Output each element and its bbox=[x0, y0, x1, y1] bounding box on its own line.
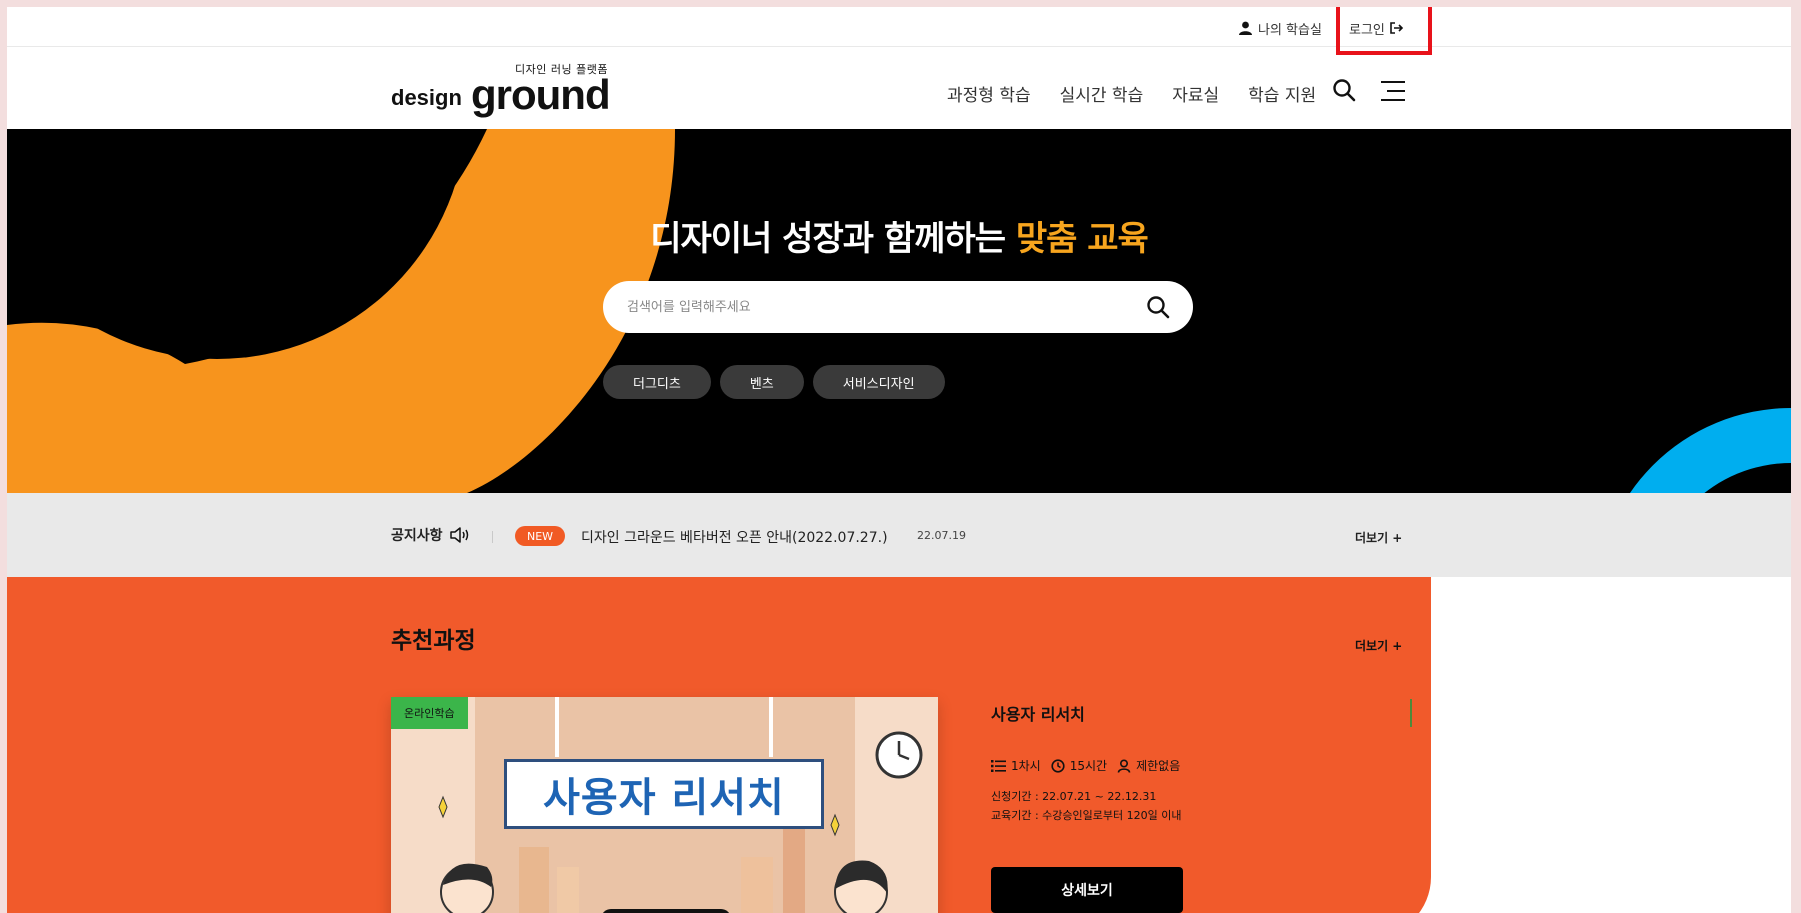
keyword-chip[interactable]: 서비스디자인 bbox=[812, 365, 945, 399]
notice-date: 22.07.19 bbox=[917, 529, 966, 542]
nav-item-live-learning[interactable]: 실시간 학습 bbox=[1060, 81, 1144, 106]
recommended-title: 추천과정 bbox=[391, 628, 476, 654]
hero-search-icon[interactable] bbox=[1145, 294, 1171, 320]
nav-item-support[interactable]: 학습 지원 bbox=[1248, 81, 1316, 106]
clock-icon bbox=[1051, 758, 1065, 773]
hero-banner: 디자이너 성장과 함께하는 맞춤 교육 더그디츠 벤츠 서비스디자인 bbox=[7, 129, 1791, 493]
course-hours: 15시간 bbox=[1051, 757, 1107, 774]
logo-word-ground: ground bbox=[471, 71, 611, 118]
keyword-chip[interactable]: 벤츠 bbox=[719, 365, 804, 399]
hamburger-menu-icon[interactable] bbox=[1379, 79, 1407, 103]
notice-title-link[interactable]: 디자인 그라운드 베타버전 오픈 안내(2022.07.27.) bbox=[581, 527, 888, 547]
user-icon bbox=[1239, 21, 1252, 35]
logo[interactable]: 디자인 러닝 플랫폼 design ground bbox=[391, 61, 611, 121]
keyword-chips: 더그디츠 벤츠 서비스디자인 bbox=[603, 365, 945, 399]
nav-item-course-learning[interactable]: 과정형 학습 bbox=[947, 81, 1031, 106]
site-header: 디자인 러닝 플랫폼 design ground 과정형 학습 실시간 학습 자… bbox=[7, 47, 1791, 135]
recommended-more-link[interactable]: 더보기 + bbox=[1355, 637, 1402, 654]
recommended-section: 추천과정 더보기 + 온라인학습 사용자 리서치 사용자 리서치 1차시 15시… bbox=[7, 577, 1431, 913]
course-thumbnail[interactable]: 온라인학습 사용자 리서치 bbox=[391, 697, 938, 913]
new-badge: NEW bbox=[515, 526, 566, 546]
my-classroom-link[interactable]: 나의 학습실 bbox=[1239, 18, 1322, 38]
nav-item-library[interactable]: 자료실 bbox=[1172, 81, 1219, 106]
course-limit-value: 제한없음 bbox=[1136, 759, 1181, 773]
notice-label: 공지사항 bbox=[391, 528, 443, 544]
hero-title: 디자이너 성장과 함께하는 맞춤 교육 bbox=[7, 211, 1791, 260]
course-hours-value: 15시간 bbox=[1069, 759, 1108, 773]
search-icon[interactable] bbox=[1331, 77, 1357, 103]
course-sessions-value: 1차시 bbox=[1011, 759, 1041, 773]
speaker-icon bbox=[449, 527, 468, 543]
logo-word-design: design bbox=[391, 85, 462, 110]
keyword-chip[interactable]: 더그디츠 bbox=[603, 365, 711, 399]
course-accent-line bbox=[1410, 699, 1412, 727]
course-apply-period: 신청기간 : 22.07.21 ~ 22.12.31 bbox=[991, 790, 1157, 803]
course-sessions: 1차시 bbox=[991, 757, 1041, 774]
main-nav: 과정형 학습 실시간 학습 자료실 학습 지원 bbox=[947, 81, 1316, 106]
notice-label-group: 공지사항 bbox=[391, 525, 471, 545]
my-classroom-label: 나의 학습실 bbox=[1258, 22, 1322, 38]
person-icon bbox=[1117, 758, 1131, 773]
utility-bar: 나의 학습실 로그인 bbox=[7, 7, 1791, 55]
online-learning-badge: 온라인학습 bbox=[391, 697, 468, 729]
hero-search-box bbox=[603, 281, 1193, 333]
course-limit: 제한없음 bbox=[1117, 757, 1180, 774]
hero-title-accent: 맞춤 교육 bbox=[1015, 219, 1149, 259]
hero-title-main: 디자이너 성장과 함께하는 bbox=[650, 219, 1016, 259]
course-name[interactable]: 사용자 리서치 bbox=[991, 701, 1085, 725]
page-frame: 나의 학습실 로그인 디자인 러닝 플랫폼 design ground 과정형 … bbox=[7, 7, 1791, 913]
hero-search-input[interactable] bbox=[627, 295, 1127, 319]
course-meta: 1차시 15시간 제한없음 bbox=[991, 757, 1180, 774]
list-icon bbox=[991, 759, 1006, 772]
notice-divider bbox=[492, 531, 493, 543]
course-study-period: 교육기간 : 수강승인일로부터 120일 이내 bbox=[991, 809, 1182, 822]
course-periods: 신청기간 : 22.07.21 ~ 22.12.31 교육기간 : 수강승인일로… bbox=[991, 787, 1182, 825]
notice-more-link[interactable]: 더보기 + bbox=[1355, 529, 1402, 546]
course-detail-button[interactable]: 상세보기 bbox=[991, 867, 1183, 913]
course-thumbnail-title: 사용자 리서치 bbox=[504, 759, 824, 829]
notice-bar: 공지사항 NEW 디자인 그라운드 베타버전 오픈 안내(2022.07.27.… bbox=[7, 493, 1791, 577]
